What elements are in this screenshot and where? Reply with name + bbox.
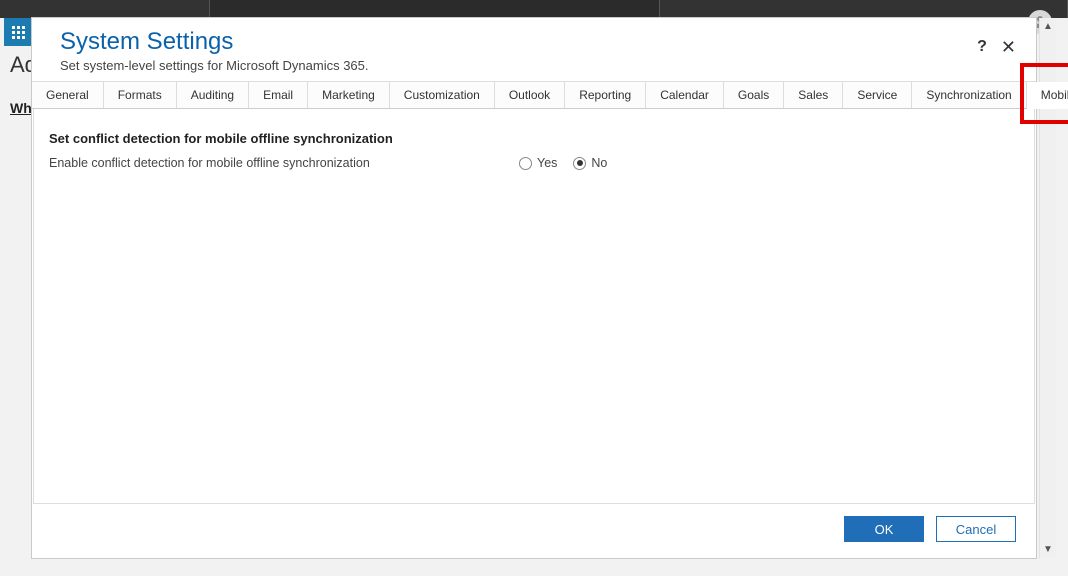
top-bar-segment	[660, 0, 1068, 18]
ok-button[interactable]: OK	[844, 516, 924, 542]
waffle-icon	[12, 26, 25, 39]
cancel-button[interactable]: Cancel	[936, 516, 1016, 542]
tab-service[interactable]: Service	[843, 82, 912, 108]
tab-auditing[interactable]: Auditing	[177, 82, 249, 108]
scroll-down-icon[interactable]: ▼	[1040, 541, 1056, 558]
app-launcher-button[interactable]	[4, 18, 32, 46]
radio-option-yes[interactable]: Yes	[519, 156, 557, 170]
tab-sales[interactable]: Sales	[784, 82, 843, 108]
radio-label-yes: Yes	[537, 156, 557, 170]
radio-option-no[interactable]: No	[573, 156, 607, 170]
system-settings-dialog: System Settings Set system-level setting…	[31, 17, 1037, 559]
tab-goals[interactable]: Goals	[724, 82, 784, 108]
section-title: Set conflict detection for mobile offlin…	[49, 131, 1019, 146]
dialog-header: System Settings Set system-level setting…	[32, 18, 1036, 81]
dialog-subtitle: Set system-level settings for Microsoft …	[60, 58, 1008, 73]
top-bar-segment	[0, 0, 210, 18]
tabs-row: GeneralFormatsAuditingEmailMarketingCust…	[32, 81, 1036, 109]
app-top-bar	[0, 0, 1068, 18]
tab-synchronization[interactable]: Synchronization	[912, 82, 1026, 108]
radio-label-no: No	[591, 156, 607, 170]
setting-label: Enable conflict detection for mobile off…	[49, 156, 519, 170]
tab-reporting[interactable]: Reporting	[565, 82, 646, 108]
background-side-fragment: Wh	[10, 100, 32, 116]
dialog-footer: OK Cancel	[32, 504, 1036, 558]
scroll-up-icon[interactable]: ▲	[1040, 18, 1056, 35]
dialog-title: System Settings	[60, 28, 1008, 56]
tab-calendar[interactable]: Calendar	[646, 82, 724, 108]
tab-mobile-client[interactable]: Mobile Client	[1027, 82, 1068, 109]
tab-marketing[interactable]: Marketing	[308, 82, 390, 108]
tab-content: Set conflict detection for mobile offlin…	[33, 109, 1035, 504]
tab-outlook[interactable]: Outlook	[495, 82, 565, 108]
radio-circle	[573, 157, 586, 170]
close-button[interactable]: ✕	[1001, 38, 1016, 56]
help-button[interactable]: ?	[977, 38, 987, 56]
radio-group: Yes No	[519, 156, 607, 170]
tab-customization[interactable]: Customization	[390, 82, 495, 108]
top-bar-segment	[210, 0, 660, 18]
tab-email[interactable]: Email	[249, 82, 308, 108]
radio-circle	[519, 157, 532, 170]
setting-row: Enable conflict detection for mobile off…	[49, 156, 1019, 170]
tab-formats[interactable]: Formats	[104, 82, 177, 108]
tab-general[interactable]: General	[32, 82, 104, 108]
